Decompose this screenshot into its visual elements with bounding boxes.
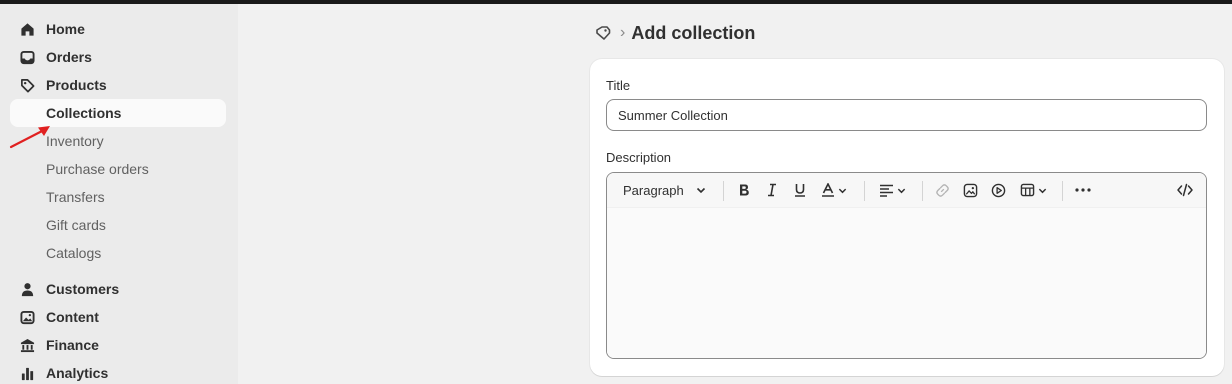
sidebar-item-collections[interactable]: Collections [10, 99, 226, 127]
link-icon [935, 183, 949, 197]
toolbar-divider [723, 181, 724, 201]
toolbar-divider [864, 181, 865, 201]
underline-button[interactable] [790, 179, 810, 201]
sidebar-item-purchase-orders[interactable]: Purchase orders [10, 155, 226, 183]
sidebar-item-home[interactable]: Home [10, 15, 226, 43]
toolbar-divider [1062, 181, 1063, 201]
sidebar-item-label: Customers [46, 281, 120, 297]
sidebar-item-label: Collections [46, 105, 122, 121]
table-icon [1020, 183, 1034, 197]
sidebar-item-label: Transfers [46, 189, 105, 205]
editor-toolbar: Paragraph [607, 173, 1206, 208]
sidebar-item-label: Gift cards [46, 217, 106, 233]
sidebar-item-finance[interactable]: Finance [10, 331, 226, 359]
inbox-icon [19, 49, 35, 65]
image-icon [19, 309, 35, 325]
sidebar-item-content[interactable]: Content [10, 303, 226, 331]
underline-icon [795, 184, 805, 197]
chevron-down-icon [696, 187, 705, 194]
person-icon [19, 281, 35, 297]
sidebar-item-label: Orders [46, 49, 92, 65]
play-circle-icon [991, 183, 1005, 197]
chevron-down-icon [838, 188, 847, 193]
tag-icon[interactable] [594, 24, 612, 42]
home-icon [19, 21, 35, 37]
image-icon [963, 183, 977, 197]
annotation-arrow-icon [9, 126, 50, 149]
insert-video-button[interactable] [988, 179, 1008, 201]
description-textarea[interactable] [607, 208, 1206, 358]
sidebar-item-label: Catalogs [46, 245, 102, 261]
sidebar-item-orders[interactable]: Orders [10, 43, 226, 71]
paragraph-format-select[interactable]: Paragraph [623, 179, 709, 201]
code-icon [1177, 183, 1193, 197]
sidebar-item-customers[interactable]: Customers [10, 275, 226, 303]
sidebar-item-label: Content [46, 309, 99, 325]
italic-button[interactable] [762, 179, 782, 201]
title-label: Title [606, 78, 631, 93]
bold-icon [740, 184, 749, 196]
paragraph-format-label: Paragraph [623, 182, 684, 198]
title-input[interactable] [606, 99, 1207, 131]
chevron-down-icon [897, 188, 905, 193]
sidebar-item-label: Home [46, 21, 85, 37]
link-button[interactable] [932, 179, 952, 201]
bar-chart-icon [19, 365, 35, 381]
italic-icon [768, 183, 776, 197]
description-label: Description [606, 150, 672, 165]
sidebar-item-transfers[interactable]: Transfers [10, 183, 226, 211]
page-title: Add collection [631, 22, 756, 43]
more-horizontal-icon [1075, 188, 1091, 192]
more-options-button[interactable] [1072, 179, 1094, 201]
sidebar-item-products[interactable]: Products [10, 71, 226, 99]
sidebar-item-label: Purchase orders [46, 161, 149, 177]
code-view-button[interactable] [1175, 179, 1195, 201]
sidebar-item-label: Finance [46, 337, 99, 353]
align-left-icon [879, 184, 893, 197]
text-color-button[interactable] [818, 179, 850, 201]
sidebar-item-label: Products [46, 77, 107, 93]
bold-button[interactable] [734, 179, 754, 201]
toolbar-divider [922, 181, 923, 201]
bank-icon [19, 337, 35, 353]
sidebar: Home Orders Products Collections Invento… [0, 4, 238, 384]
chevron-down-icon [1038, 188, 1046, 193]
breadcrumb: › Add collection [594, 20, 755, 46]
sidebar-item-catalogs[interactable]: Catalogs [10, 239, 226, 267]
sidebar-item-analytics[interactable]: Analytics [10, 359, 226, 384]
sidebar-item-label: Analytics [46, 365, 109, 381]
insert-table-button[interactable] [1016, 179, 1050, 201]
align-button[interactable] [875, 179, 909, 201]
collection-form-card: Title Description Paragraph [590, 59, 1224, 376]
description-editor: Paragraph [606, 172, 1207, 359]
insert-image-button[interactable] [960, 179, 980, 201]
tag-icon [19, 77, 35, 93]
breadcrumb-separator: › [620, 24, 626, 41]
text-color-icon [822, 183, 834, 197]
sidebar-item-gift-cards[interactable]: Gift cards [10, 211, 226, 239]
